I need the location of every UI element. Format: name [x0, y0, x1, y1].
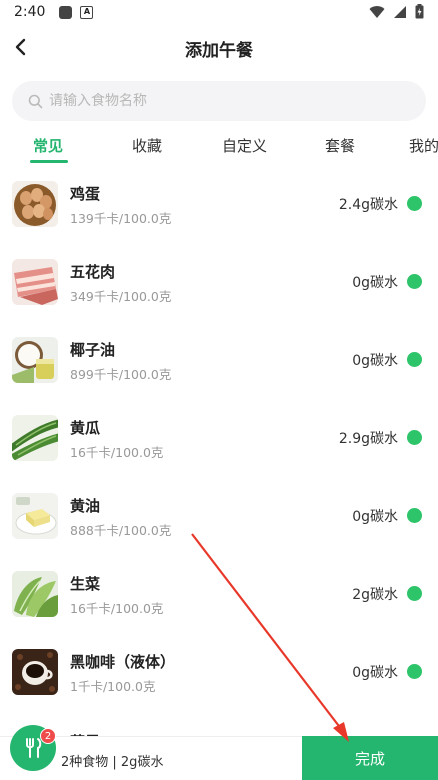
notification-a-icon: A	[80, 5, 94, 19]
food-name: 黄瓜	[70, 419, 101, 437]
food-calories: 16千卡/100.0克	[70, 445, 164, 460]
low-carb-status-dot	[407, 508, 422, 523]
search-icon	[28, 94, 43, 108]
food-name: 椰子油	[70, 341, 116, 359]
eggs-image	[12, 181, 58, 227]
signal-icon	[394, 5, 406, 18]
black-coffee-image	[12, 649, 58, 695]
food-name: 黄油	[70, 497, 101, 515]
food-name: 黑咖啡（液体）	[70, 653, 176, 671]
low-carb-status-dot	[407, 430, 422, 445]
food-calories: 899千卡/100.0克	[70, 367, 172, 382]
food-name: 五花肉	[70, 263, 116, 281]
low-carb-status-dot	[407, 586, 422, 601]
cart-count-badge: 2	[40, 728, 56, 744]
bottom-bar: 2种食物 | 2g碳水 完成	[0, 736, 438, 780]
food-calories: 888千卡/100.0克	[70, 523, 172, 538]
food-row[interactable]: 黑咖啡（液体） 1千卡/100.0克 0g碳水	[0, 633, 438, 711]
tab-mine[interactable]: 我的	[409, 135, 438, 156]
status-bar: 2:40 A	[0, 0, 438, 24]
tab-favorites[interactable]: 收藏	[132, 135, 162, 156]
food-row[interactable]: 鸡蛋 139千卡/100.0克 2.4g碳水	[0, 165, 438, 243]
food-name: 生菜	[70, 575, 101, 593]
battery-icon	[415, 4, 424, 19]
food-calories: 1千卡/100.0克	[70, 679, 156, 694]
lettuce-image	[12, 571, 58, 617]
food-carbs: 0g碳水	[352, 275, 398, 291]
status-time: 2:40	[14, 4, 46, 20]
food-carbs: 2.4g碳水	[338, 197, 398, 213]
search-input[interactable]	[49, 93, 409, 109]
app-header: 添加午餐	[0, 24, 438, 70]
food-name: 鸡蛋	[70, 185, 101, 203]
low-carb-status-dot	[407, 196, 422, 211]
cucumber-image	[12, 415, 58, 461]
page-title: 添加午餐	[185, 41, 253, 61]
low-carb-status-dot	[407, 352, 422, 367]
tab-combo[interactable]: 套餐	[325, 135, 355, 156]
wifi-icon	[369, 5, 385, 18]
food-calories: 139千卡/100.0克	[70, 211, 172, 226]
food-row[interactable]: 五花肉 349千卡/100.0克 0g碳水	[0, 243, 438, 321]
food-row[interactable]: 椰子油 899千卡/100.0克 0g碳水	[0, 321, 438, 399]
low-carb-status-dot	[407, 664, 422, 679]
food-calories: 16千卡/100.0克	[70, 601, 164, 616]
done-button[interactable]: 完成	[302, 736, 438, 780]
tab-custom[interactable]: 自定义	[222, 135, 267, 156]
coconut-oil-image	[12, 337, 58, 383]
food-row[interactable]: 黄油 888千卡/100.0克 0g碳水	[0, 477, 438, 555]
tab-common[interactable]: 常见	[33, 135, 63, 156]
notification-square-icon	[59, 5, 73, 19]
low-carb-status-dot	[407, 274, 422, 289]
food-row[interactable]: 黄瓜 16千卡/100.0克 2.9g碳水	[0, 399, 438, 477]
category-tabs: 常见 收藏 自定义 套餐 我的	[0, 125, 438, 165]
food-calories: 349千卡/100.0克	[70, 289, 172, 304]
active-tab-indicator	[30, 160, 68, 163]
food-carbs: 0g碳水	[352, 665, 398, 681]
pork-belly-image	[12, 259, 58, 305]
food-carbs: 0g碳水	[352, 509, 398, 525]
food-carbs: 2g碳水	[352, 587, 398, 603]
food-carbs: 0g碳水	[352, 353, 398, 369]
search-bar[interactable]	[12, 81, 426, 121]
food-carbs: 2.9g碳水	[338, 431, 398, 447]
butter-image	[12, 493, 58, 539]
food-row[interactable]: 生菜 16千卡/100.0克 2g碳水	[0, 555, 438, 633]
selection-summary: 2种食物 | 2g碳水	[61, 755, 164, 770]
